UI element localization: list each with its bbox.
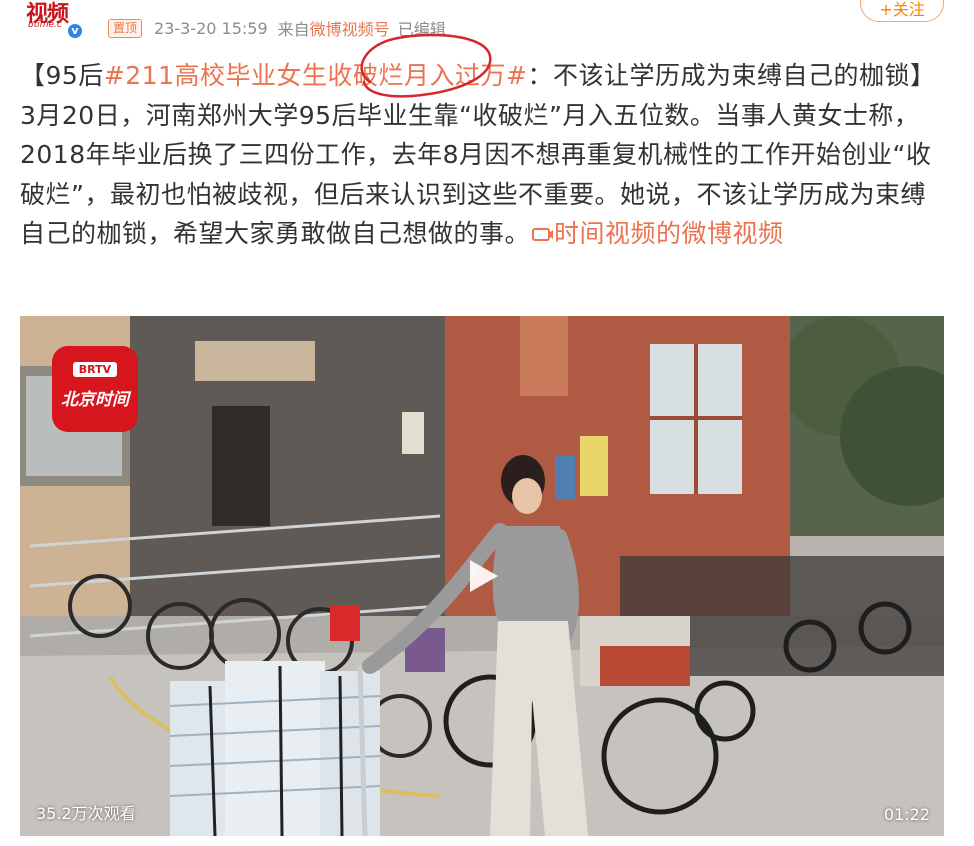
title-bracket: 【95后 <box>20 61 104 90</box>
video-duration: 01:22 <box>883 805 930 824</box>
post-timestamp[interactable]: 23-3-20 15:59 <box>154 19 268 38</box>
video-link-label: 时间视频的微博视频 <box>554 219 784 248</box>
brtv-logo: BRTV 北京时间 <box>52 346 138 432</box>
title-rest: ：不该让学历成为束缚自己的枷锁】 <box>527 61 936 90</box>
brtv-logo-tv: BRTV <box>72 362 118 377</box>
brtv-logo-name: 北京时间 <box>61 390 129 410</box>
post-body: 3月20日，河南郑州大学95后毕业生靠“收破烂”月入五位数。当事人黄女士称，20… <box>20 100 932 249</box>
post-meta: 置顶 23-3-20 15:59 来自 微博视频号 已编辑 <box>108 16 446 40</box>
follow-button[interactable]: +关注 <box>860 0 944 22</box>
post-text: 【95后#211高校毕业女生收破烂月入过万#：不该让学历成为束缚自己的枷锁】 3月… <box>20 56 950 254</box>
video-player[interactable]: BRTV 北京时间 35.2万次观看 01:22 <box>20 316 944 836</box>
hashtag-link[interactable]: #211高校毕业女生收破烂月入过万# <box>104 61 528 90</box>
source-link[interactable]: 微博视频号 <box>310 16 390 40</box>
video-source-link[interactable]: 时间视频的微博视频 <box>530 219 784 248</box>
play-icon[interactable] <box>462 556 502 596</box>
source-prefix: 来自 <box>277 20 310 39</box>
pinned-badge: 置顶 <box>108 18 143 38</box>
view-count: 35.2万次观看 <box>36 804 136 823</box>
verified-badge-icon: v <box>66 22 84 40</box>
video-link-icon <box>532 228 554 241</box>
edited-label[interactable]: 已编辑 <box>398 16 446 40</box>
avatar-sub-text: btime.c <box>28 20 62 30</box>
